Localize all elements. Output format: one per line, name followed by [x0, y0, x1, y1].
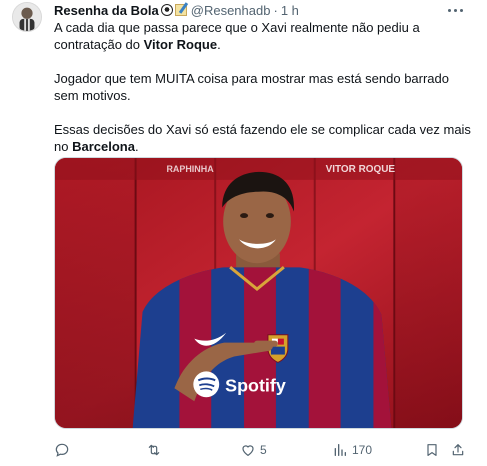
more-icon[interactable]: [445, 4, 465, 16]
heart-icon: [242, 445, 254, 456]
author-handle[interactable]: @Resenhadb: [191, 3, 271, 18]
tweet-paragraph-1: A cada dia que passa parece que o Xavi r…: [54, 19, 474, 53]
avatar-image: [13, 3, 41, 31]
paragraph-3-end: .: [134, 139, 139, 154]
share-icon: [452, 444, 464, 456]
tweet-header: Resenha da Bola @Resenhadb · 1 h: [54, 2, 299, 18]
retweet-button[interactable]: [146, 440, 166, 460]
banner-left: RAPHINHA: [166, 164, 214, 174]
bookmark-button[interactable]: [424, 440, 440, 460]
bookmark-icon: [427, 444, 437, 456]
tweet-text: A cada dia que passa parece que o Xavi r…: [54, 19, 474, 172]
views-button[interactable]: 170: [332, 440, 372, 460]
reply-icon: [55, 443, 69, 457]
tweet-photo[interactable]: RAPHINHA VITOR ROQUE Spotify: [54, 157, 463, 429]
tweet-paragraph-3: Essas decisões do Xavi só está fazendo e…: [54, 121, 474, 155]
author-name[interactable]: Resenha da Bola: [54, 3, 159, 18]
reply-button[interactable]: [54, 440, 74, 460]
sponsor-text: Spotify: [225, 375, 286, 395]
memo-icon: [174, 4, 187, 16]
like-button[interactable]: 5: [240, 440, 267, 460]
retweet-icon: [148, 444, 160, 456]
paragraph-1-text: A cada dia que passa parece que o Xavi r…: [54, 20, 420, 52]
separator: ·: [273, 2, 278, 18]
banner-right: VITOR ROQUE: [326, 164, 396, 175]
tweet-paragraph-2: Jogador que tem MUITA coisa para mostrar…: [54, 71, 450, 103]
paragraph-1-end: .: [217, 37, 221, 52]
views-count: 170: [352, 443, 373, 457]
tweet[interactable]: Resenha da Bola @Resenhadb · 1 h A cada …: [0, 0, 487, 466]
like-count: 5: [260, 443, 267, 457]
club-name: Barcelona: [72, 139, 135, 154]
action-bar: 5 170: [54, 440, 474, 460]
timestamp[interactable]: 1 h: [281, 3, 299, 18]
avatar[interactable]: [12, 2, 42, 32]
player-photo: RAPHINHA VITOR ROQUE Spotify: [55, 158, 462, 428]
views-icon: [334, 444, 346, 456]
soccer-ball-icon: [160, 4, 173, 16]
share-button[interactable]: [450, 440, 466, 460]
player-name: Vitor Roque: [143, 37, 218, 52]
